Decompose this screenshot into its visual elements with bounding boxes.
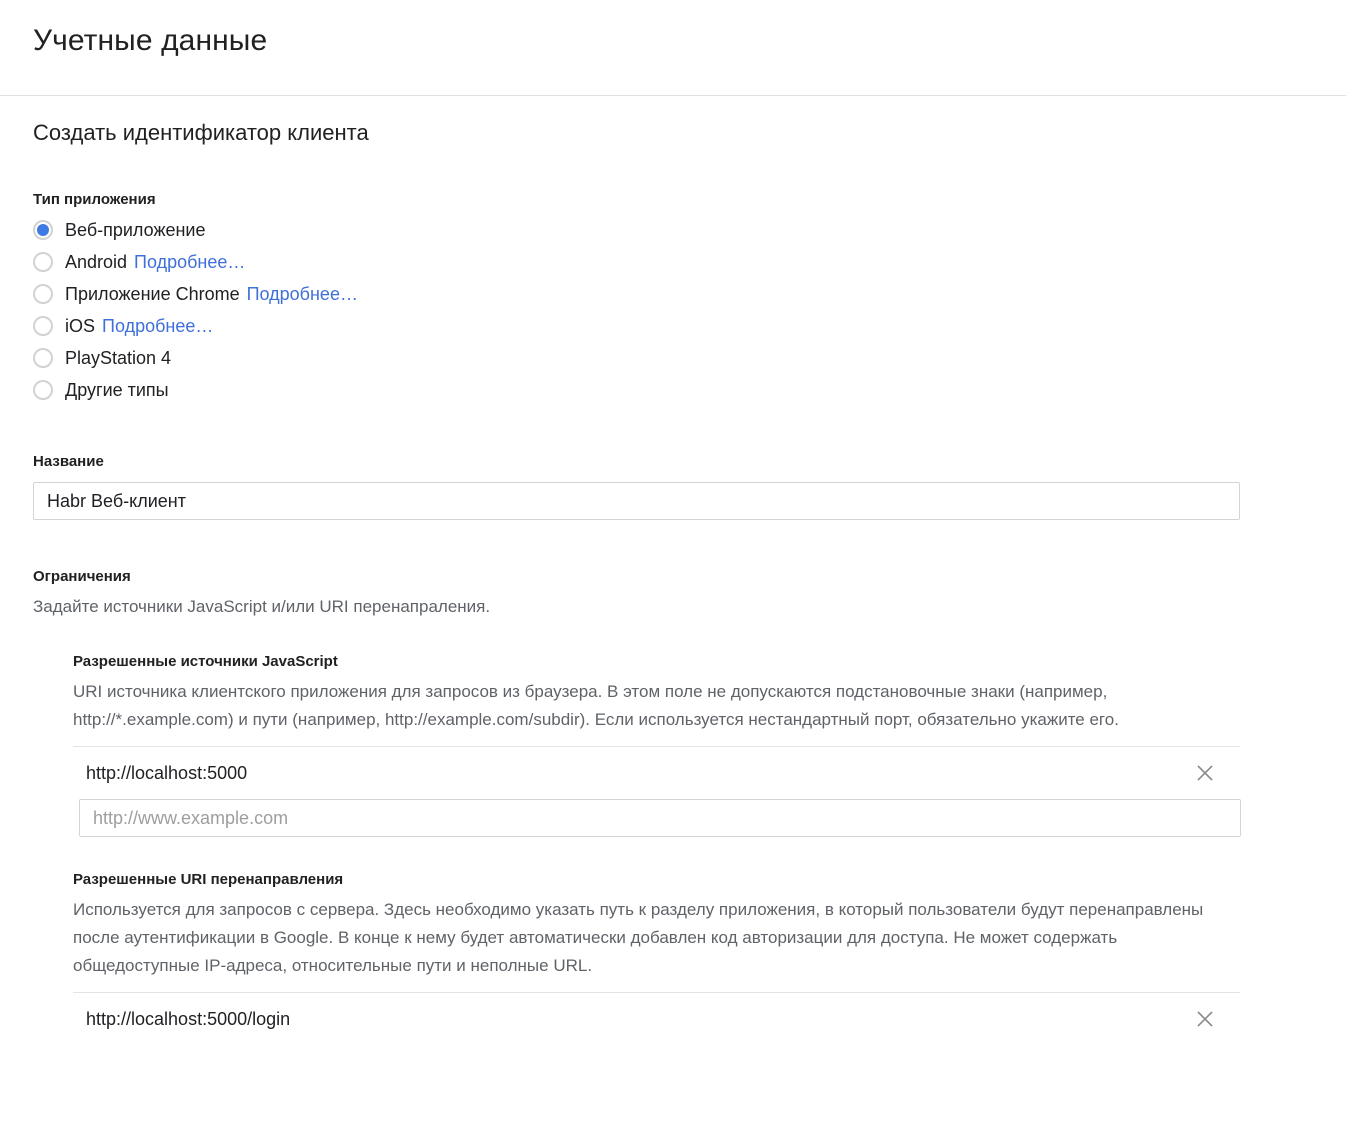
- radio-icon: [33, 252, 53, 272]
- list-item[interactable]: http://localhost:5000: [73, 747, 1240, 799]
- radio-icon: [33, 316, 53, 336]
- radio-option-chrome-app[interactable]: Приложение Chrome Подробнее…: [33, 278, 1346, 310]
- list-item[interactable]: http://localhost:5000/login: [73, 993, 1240, 1045]
- app-type-radio-group: Веб-приложение Android Подробнее… Прилож…: [33, 214, 1346, 406]
- radio-label: Приложение Chrome: [65, 282, 240, 306]
- restrictions-title: Ограничения: [33, 567, 1346, 587]
- restrictions-subtitle: Задайте источники JavaScript и/или URI п…: [33, 595, 1346, 619]
- redirect-uri-value: http://localhost:5000/login: [86, 1009, 1193, 1030]
- form-content: Тип приложения Веб-приложение Android По…: [0, 190, 1346, 1045]
- learn-more-link-ios[interactable]: Подробнее…: [102, 314, 213, 338]
- name-field-label: Название: [33, 452, 1346, 472]
- radio-icon-selected: [33, 220, 53, 240]
- page-header: Учетные данные: [0, 0, 1346, 96]
- learn-more-link-android[interactable]: Подробнее…: [134, 250, 245, 274]
- radio-option-ios[interactable]: iOS Подробнее…: [33, 310, 1346, 342]
- radio-option-other-types[interactable]: Другие типы: [33, 374, 1346, 406]
- radio-icon: [33, 348, 53, 368]
- app-type-label: Тип приложения: [33, 190, 1346, 210]
- close-icon[interactable]: [1193, 761, 1217, 785]
- radio-icon: [33, 380, 53, 400]
- section-heading: Создать идентификатор клиента: [0, 96, 1346, 148]
- javascript-origins-description: URI источника клиентского приложения для…: [73, 678, 1241, 734]
- radio-option-web-app[interactable]: Веб-приложение: [33, 214, 1346, 246]
- javascript-origins-title: Разрешенные источники JavaScript: [73, 652, 1346, 672]
- redirect-uris-description: Используется для запросов с сервера. Зде…: [73, 896, 1241, 980]
- learn-more-link-chrome-app[interactable]: Подробнее…: [247, 282, 358, 306]
- radio-option-playstation-4[interactable]: PlayStation 4: [33, 342, 1346, 374]
- radio-label: Android: [65, 250, 127, 274]
- radio-icon: [33, 284, 53, 304]
- close-icon[interactable]: [1193, 1007, 1217, 1031]
- page-title: Учетные данные: [33, 22, 1346, 60]
- javascript-origin-new-input[interactable]: [79, 799, 1241, 837]
- redirect-uris-title: Разрешенные URI перенаправления: [73, 870, 1346, 890]
- redirect-uris-section: Разрешенные URI перенаправления Использу…: [73, 870, 1346, 1045]
- radio-label: Веб-приложение: [65, 218, 206, 242]
- javascript-origin-value: http://localhost:5000: [86, 763, 1193, 784]
- javascript-origins-section: Разрешенные источники JavaScript URI ист…: [73, 652, 1346, 837]
- javascript-origins-list: http://localhost:5000: [73, 746, 1240, 799]
- radio-option-android[interactable]: Android Подробнее…: [33, 246, 1346, 278]
- radio-label: PlayStation 4: [65, 346, 171, 370]
- radio-label: iOS: [65, 314, 95, 338]
- radio-label: Другие типы: [65, 378, 169, 402]
- name-input[interactable]: [33, 482, 1240, 520]
- redirect-uris-list: http://localhost:5000/login: [73, 992, 1240, 1045]
